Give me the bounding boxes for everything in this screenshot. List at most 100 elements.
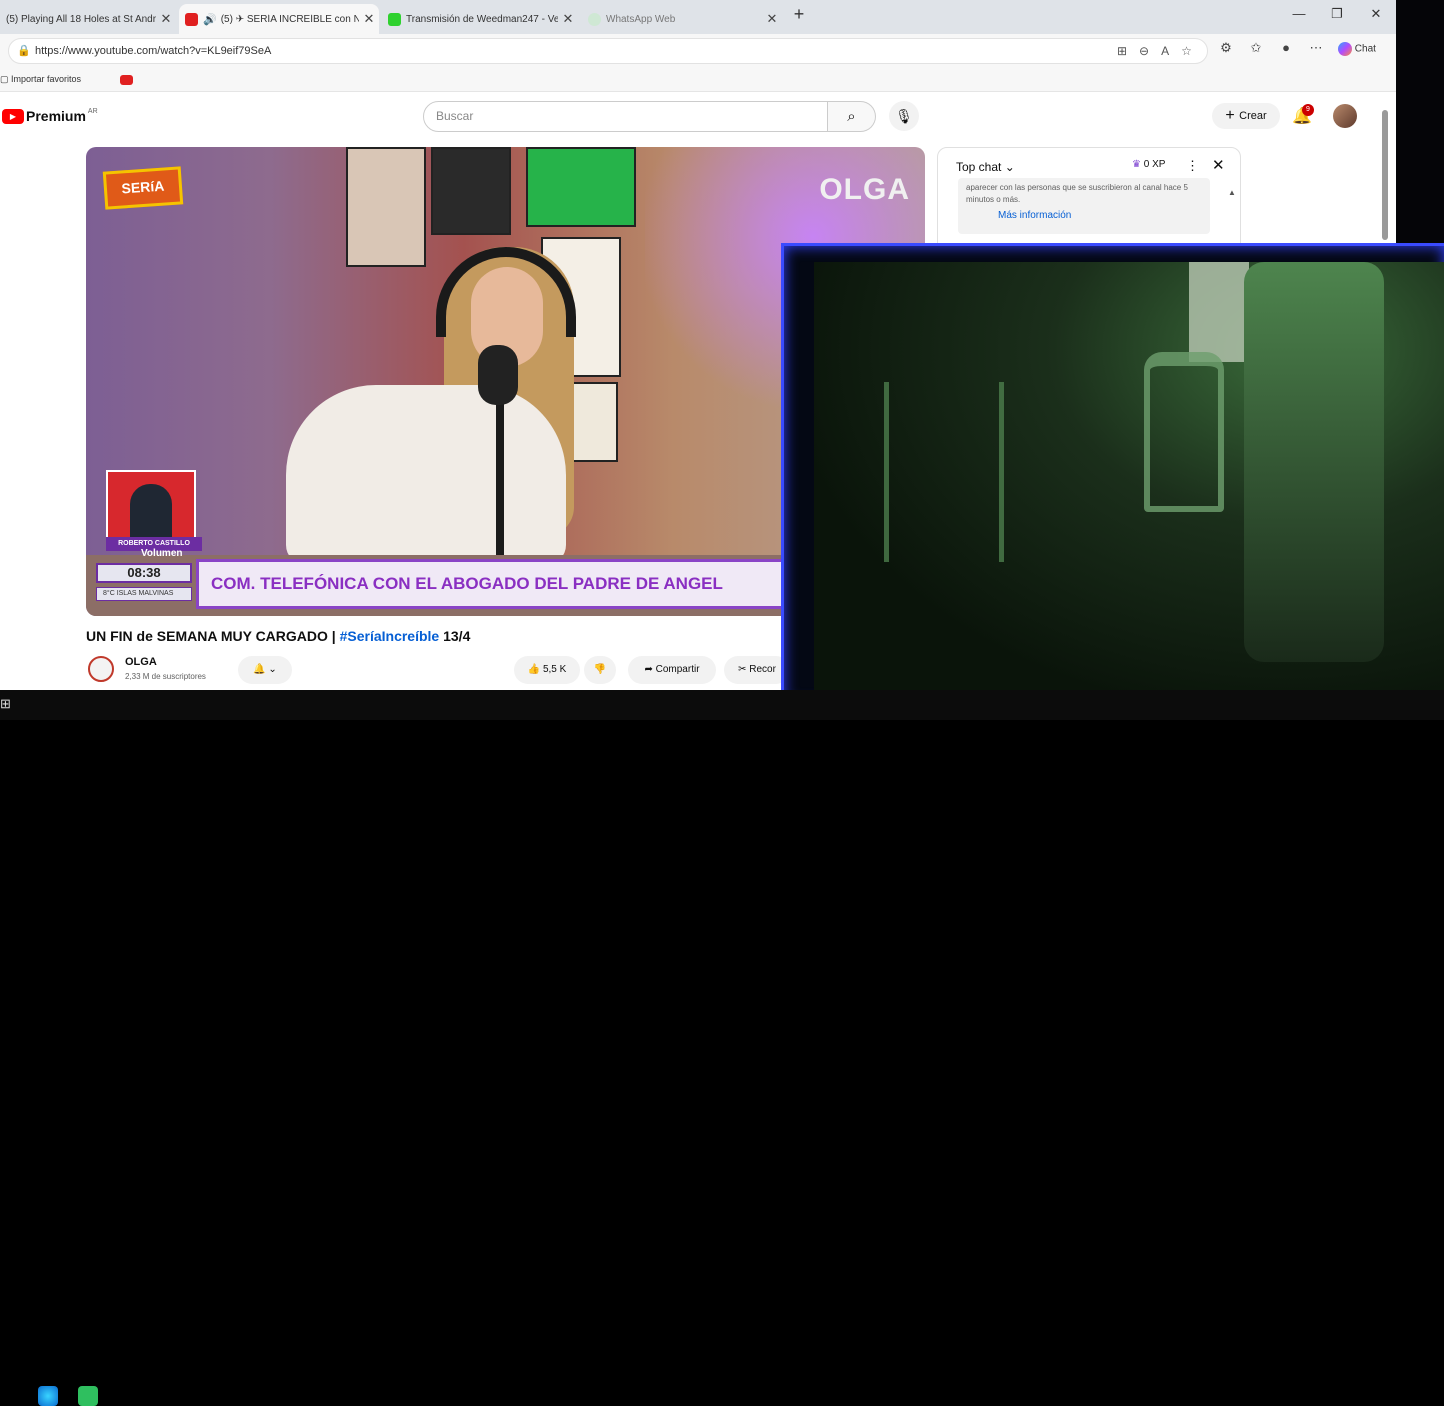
chat-label: Chat — [1354, 43, 1376, 55]
more-icon[interactable]: ⋯ — [1306, 40, 1326, 56]
scroll-up-icon[interactable]: ▲ — [1228, 188, 1236, 197]
video-title-date: 13/4 — [439, 628, 471, 644]
create-label: Crear — [1239, 110, 1267, 122]
voice-search-button[interactable]: 🎙 — [889, 101, 919, 131]
dislike-button[interactable]: 👎 — [584, 656, 616, 684]
like-count: 5,5 K — [542, 664, 567, 675]
country-code: AR — [87, 107, 98, 115]
edge-browser-icon[interactable] — [38, 1386, 58, 1406]
volume-tooltip: Volumen — [141, 548, 183, 559]
youtube-premium-logo[interactable]: ▶ Premium AR — [2, 108, 98, 124]
tab-2-title: (5) ✈ SERÍA INCREÍBLE con N — [220, 13, 359, 25]
chevron-down-icon: ⌄ — [268, 664, 277, 675]
youtube-play-icon: ▶ — [2, 108, 24, 124]
premium-text: Premium — [26, 108, 86, 124]
share-button[interactable]: ➦ Compartir — [628, 656, 716, 684]
clip-label: Recor — [749, 664, 776, 675]
channel-name[interactable]: OLGA — [125, 656, 157, 668]
tab-3-close-icon[interactable]: ✕ — [558, 11, 578, 27]
video-title-text: UN FIN de SEMANA MUY CARGADO | — [86, 628, 340, 644]
taskbar: ⊞ — [0, 690, 1444, 1406]
thumbs-up-icon: 👍 — [527, 664, 543, 675]
app-icon[interactable] — [78, 1386, 98, 1406]
tab-bar: (5) Playing All 18 Holes at St Andre ✕ 🔊… — [0, 0, 1396, 34]
more-info-link[interactable]: Más información — [998, 210, 1071, 221]
like-button[interactable]: 👍 5,5 K — [514, 656, 580, 684]
minimize-button[interactable]: — — [1284, 6, 1314, 21]
url-field[interactable]: 🔒 https://www.youtube.com/watch?v=KL9eif… — [8, 38, 1208, 64]
scissors-icon: ✂ — [738, 664, 750, 675]
webcam-overlay — [781, 243, 1444, 706]
start-icon[interactable]: ⊞ — [0, 696, 11, 714]
address-bar-actions: ⊞⊖A☆ — [1117, 44, 1204, 58]
microphone-icon: 🎙 — [895, 108, 913, 124]
whatsapp-favicon-icon — [588, 12, 601, 26]
search-button[interactable]: ⌕ — [828, 101, 876, 132]
subscriber-count: 2,33 M de suscriptores — [125, 672, 206, 681]
youtube-bookmark-icon[interactable] — [120, 75, 133, 85]
import-favorites-label: Importar favoritos — [11, 74, 82, 84]
on-screen-weather: 8°C ISLAS MALVINAS — [96, 587, 192, 601]
tab-1-title: (5) Playing All 18 Holes at St Andre — [6, 13, 156, 25]
top-chat-dropdown[interactable]: Top chat ⌄ — [956, 160, 1015, 174]
tab-3-title: Transmisión de Weedman247 - Ve — [406, 13, 558, 25]
avatar[interactable] — [1333, 104, 1357, 128]
webcam-feed — [814, 262, 1444, 697]
maximize-button[interactable]: ❐ — [1322, 6, 1352, 22]
youtube-header: ▶ Premium AR Buscar ⌕ 🎙 + Crear 🔔 9 — [0, 92, 1396, 142]
live-chat-panel: Top chat ⌄ ♛ 0 XP ⋮ ✕ aparecer con las p… — [937, 147, 1241, 257]
chevron-down-icon: ⌄ — [1004, 160, 1015, 174]
top-chat-label: Top chat — [956, 160, 1002, 174]
youtube-favicon-icon — [185, 12, 198, 26]
channel-avatar[interactable] — [88, 656, 114, 682]
tab-3[interactable]: Transmisión de Weedman247 - Ve ✕ — [382, 4, 578, 34]
notification-bell-button[interactable]: 🔔 ⌄ — [238, 656, 292, 684]
copilot-icon — [1338, 42, 1352, 56]
shelf — [884, 382, 1004, 562]
tab-4-close-icon[interactable]: ✕ — [762, 11, 782, 27]
speaker-icon[interactable]: 🔊 — [203, 13, 217, 26]
chat-menu-icon[interactable]: ⋮ — [1186, 158, 1199, 174]
tab-4-title: WhatsApp Web — [606, 13, 676, 25]
wall-poster — [526, 147, 636, 227]
host-body — [286, 385, 566, 565]
xp-value: 0 XP — [1143, 159, 1166, 170]
share-label: Compartir — [655, 664, 700, 675]
tab-1[interactable]: (5) Playing All 18 Holes at St Andre ✕ — [0, 4, 176, 34]
notification-count-badge: 9 — [1302, 104, 1314, 116]
window-light — [1189, 262, 1249, 362]
mic-stand — [496, 397, 504, 567]
tab-1-close-icon[interactable]: ✕ — [156, 11, 176, 27]
tab-4[interactable]: WhatsApp Web ✕ — [582, 4, 782, 34]
tab-2-close-icon[interactable]: ✕ — [359, 11, 379, 27]
search-icon: ⌕ — [847, 108, 856, 125]
bell-icon: 🔔 — [253, 664, 266, 675]
page-scrollbar[interactable] — [1382, 110, 1388, 240]
folder-icon: ▢ — [0, 74, 12, 84]
create-button[interactable]: + Crear — [1212, 103, 1280, 129]
extensions-icon[interactable]: ⚙ — [1216, 40, 1236, 56]
search-input[interactable]: Buscar — [423, 101, 828, 132]
tab-2[interactable]: 🔊 (5) ✈ SERÍA INCREÍBLE con N ✕ — [179, 4, 379, 34]
wall-poster — [431, 147, 511, 235]
profile-icon[interactable]: ● — [1276, 40, 1296, 55]
thumbs-down-icon: 👎 — [593, 664, 607, 675]
close-window-button[interactable]: ✕ — [1361, 6, 1391, 22]
favorites-icon[interactable]: ✩ — [1246, 40, 1266, 56]
new-tab-button[interactable]: + — [784, 4, 814, 25]
xp-badge[interactable]: ♛ 0 XP — [1132, 159, 1165, 170]
import-favorites-link[interactable]: ▢ Importar favoritos — [0, 74, 81, 85]
person-standing — [1244, 262, 1384, 662]
show-logo: SERíA — [102, 166, 184, 210]
microphone — [478, 345, 518, 405]
wall-poster — [346, 147, 426, 267]
crown-icon: ♛ — [1132, 159, 1141, 170]
hashtag-link[interactable]: #SeríaIncreíble — [340, 628, 440, 644]
kick-favicon-icon — [388, 12, 401, 26]
address-bar-row: 🔒 https://www.youtube.com/watch?v=KL9eif… — [0, 34, 1396, 68]
close-chat-icon[interactable]: ✕ — [1212, 156, 1225, 174]
plastic-chair — [1144, 352, 1224, 512]
chat-notice: aparecer con las personas que se suscrib… — [958, 178, 1210, 234]
favorites-bar: ▢ Importar favoritos — [0, 68, 1396, 92]
copilot-chat-button[interactable]: Chat — [1338, 42, 1376, 56]
